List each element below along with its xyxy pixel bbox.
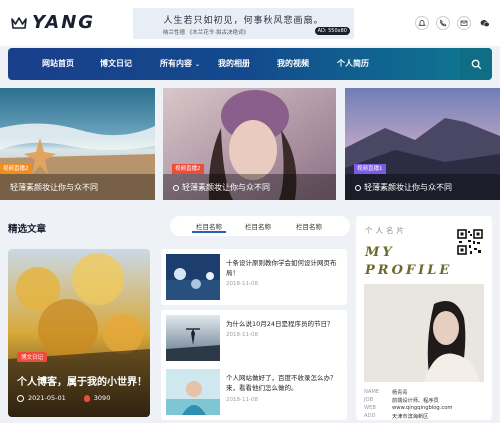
feature-title[interactable]: 个人博客，属于我的小世界！ [17,373,147,388]
hero-category-tag[interactable]: 视频直播1 [354,164,386,174]
clock-icon [355,184,361,191]
article-title[interactable]: 为什么说10月24日是程序员的节日？ [226,319,342,329]
nav-label: 博文日记 [100,59,132,68]
profile-info-row: JOB 前端设计师、程序员 [364,397,488,405]
phone-icon[interactable] [436,16,450,30]
profile-info-row: ADD 天津市滨海新区 [364,413,488,421]
list-item[interactable]: 十条设计原则教你学会如何设计网页布局！ 2018-11-08 [161,249,347,305]
nav-label: 我的相册 [218,59,250,68]
hero-category-tag[interactable]: 视频直播2 [172,164,204,174]
hero-category-tag[interactable]: 视频直播2 [0,164,32,174]
list-item[interactable]: 个人网站做好了，百度不收录怎么办？来，看看他们怎么做的。 2018-11-08 [161,364,347,420]
header-icons [415,16,499,30]
nav-label: 我的视频 [277,59,309,68]
nav-item-video[interactable]: 我的视频 [277,48,309,80]
nav-item-album[interactable]: 我的相册 [218,48,250,80]
info-key: NAME [364,389,380,395]
article-title[interactable]: 十条设计原则教你学会如何设计网页布局！ [226,258,342,278]
nav-item-all-content[interactable]: 所有内容 ⌄ [160,48,200,80]
profile-info: NAME 杨青青 JOB 前端设计师、程序员 WEB www.qingqingblog… [364,389,488,421]
article-date: 2018-11-08 [226,332,258,338]
search-icon [471,59,481,69]
info-value: 天津市滨海新区 [392,414,429,420]
hero-title[interactable]: 轻薄素颜妆让你与众不同 [10,182,98,193]
hero-title-text: 轻薄素颜妆让你与众不同 [364,183,452,192]
article-thumbnail [166,315,220,361]
hero-title-text: 轻薄素颜妆让你与众不同 [10,183,98,192]
category-tabs: 栏目名称 栏目名称 栏目名称 [170,216,350,236]
banner-source: 纳兰性德 《木兰花令·拟古决绝词》 [163,30,249,36]
feature-meta: 2021-05-01 3090 [17,394,110,402]
tab-column-1[interactable]: 栏目名称 [196,221,222,231]
clock-icon [17,394,24,402]
nav-label: 网站首页 [42,59,74,68]
hero-title[interactable]: 轻薄素颜妆让你与众不同 [355,182,452,193]
article-thumbnail [166,254,220,300]
nav-label: 所有内容 [160,59,192,68]
main-nav: 网站首页 博文日记 所有内容 ⌄ 我的相册 我的视频 个人简历 [8,48,492,80]
section-title: 精选文章 [8,224,47,235]
info-value: 杨青青 [392,390,408,396]
profile-card-label: 个人名片 [365,226,407,235]
info-value: 前端设计师、程序员 [392,398,439,404]
feature-date: 2021-05-01 [28,394,66,402]
article-date: 2018-11-08 [226,397,258,403]
profile-heading: MY PROFILE [365,244,452,280]
wechat-icon[interactable] [478,16,492,30]
nav-item-home[interactable]: 网站首页 [42,48,74,80]
logo-text: YANG [32,12,96,33]
list-item[interactable]: 为什么说10月24日是程序员的节日？ 2018-11-08 [161,310,347,366]
nav-label: 个人简历 [337,59,369,68]
hero-title[interactable]: 轻薄素颜妆让你与众不同 [173,182,270,193]
nav-item-blog[interactable]: 博文日记 [100,48,132,80]
mail-icon[interactable] [457,16,471,30]
banner-quote: 人生若只如初见，何事秋风悲画扇。 [163,16,324,26]
info-value[interactable]: www.qingqingblog.com [392,405,452,413]
hero-slide[interactable]: 视频直播1 轻薄素颜妆让你与众不同 [345,88,500,200]
tab-column-2[interactable]: 栏目名称 [245,221,271,231]
tab-column-3[interactable]: 栏目名称 [296,221,322,231]
ad-badge: AD: 550x80 [314,27,350,35]
info-key: ADD [364,413,376,419]
hero-slide[interactable]: 视频直播2 轻薄素颜妆让你与众不同 [0,88,155,200]
logo[interactable]: YANG [10,12,95,33]
info-key: JOB [364,397,374,403]
article-thumbnail [166,369,220,415]
profile-heading-line: MY [365,245,395,260]
fire-icon [83,394,90,402]
feature-category-tag[interactable]: 博文日记 [17,352,48,362]
page: YANG 人生若只如初见，何事秋风悲画扇。 纳兰性德 《木兰花令·拟古决绝词》 … [0,0,500,423]
profile-photo [364,284,484,382]
profile-info-row: NAME 杨青青 [364,389,488,397]
featured-article-card[interactable]: 博文日记 个人博客，属于我的小世界！ 2021-05-01 3090 [8,249,150,417]
profile-info-row: WEB www.qingqingblog.com [364,405,488,413]
clock-icon [173,184,179,191]
nav-item-resume[interactable]: 个人简历 [337,48,369,80]
info-key: WEB [364,405,376,411]
qr-code[interactable] [457,229,483,255]
active-tab-indicator [192,231,226,233]
header-ad-banner[interactable]: 人生若只如初见，何事秋风悲画扇。 纳兰性德 《木兰花令·拟古决绝词》 AD: 5… [133,8,354,39]
profile-heading-line: PROFILE [365,263,453,278]
crown-icon [11,16,27,29]
hero-title-text: 轻薄素颜妆让你与众不同 [182,183,270,192]
hero-slide[interactable]: 视频直播2 轻薄素颜妆让你与众不同 [163,88,336,200]
search-button[interactable] [460,48,492,80]
bell-icon[interactable] [415,16,429,30]
autumn-leaves-image [8,249,150,417]
article-title[interactable]: 个人网站做好了，百度不收录怎么办？来，看看他们怎么做的。 [226,373,342,393]
article-date: 2018-11-08 [226,281,258,287]
feature-views: 3090 [93,394,111,402]
profile-card: 个人名片 MY PROFILE NAME 杨青青 JOB 前端设计师、程序员 W… [356,216,492,420]
chevron-down-icon: ⌄ [195,61,201,68]
site-header: YANG 人生若只如初见，何事秋风悲画扇。 纳兰性德 《木兰花令·拟古决绝词》 … [0,0,500,46]
